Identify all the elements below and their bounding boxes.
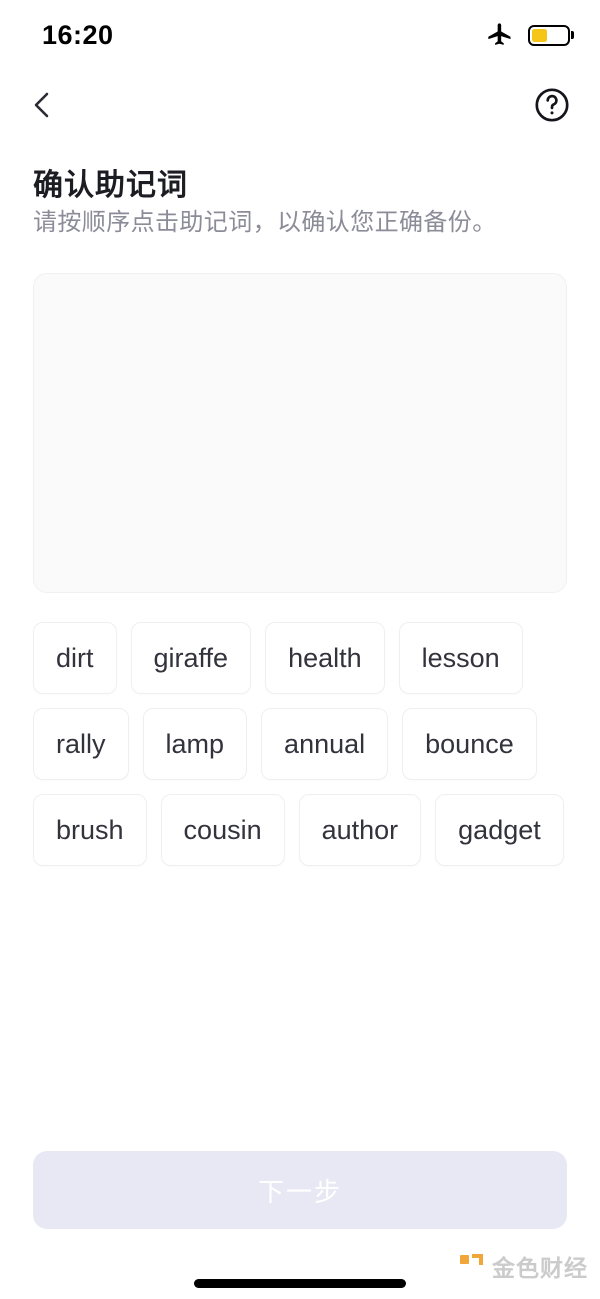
home-indicator xyxy=(194,1279,406,1288)
watermark-text: 金色财经 xyxy=(492,1255,588,1281)
back-button[interactable] xyxy=(18,81,66,129)
battery-icon xyxy=(528,24,570,46)
status-bar-time: 16:20 xyxy=(42,19,114,50)
word-chip[interactable]: annual xyxy=(261,708,389,780)
word-chip[interactable]: brush xyxy=(33,794,147,866)
word-chip[interactable]: author xyxy=(298,794,422,866)
word-chip[interactable]: lesson xyxy=(398,622,523,694)
navigation-bar xyxy=(0,72,600,138)
selected-words-area[interactable] xyxy=(33,273,567,593)
word-chip[interactable]: dirt xyxy=(33,622,117,694)
word-chip[interactable]: cousin xyxy=(160,794,285,866)
word-chip[interactable]: giraffe xyxy=(130,622,252,694)
word-chip[interactable]: rally xyxy=(33,708,129,780)
help-button[interactable] xyxy=(530,83,574,127)
battery-fill xyxy=(532,28,548,42)
app-screen: 16:20 确认助记词 请按顺序点击助记词，以确认您正确备份。 dirt gir… xyxy=(0,0,600,1299)
page-subtitle: 请按顺序点击助记词，以确认您正确备份。 xyxy=(33,209,497,236)
jinse-logo-icon xyxy=(460,1254,483,1265)
word-chip[interactable]: bounce xyxy=(402,708,537,780)
status-bar-indicators xyxy=(486,21,570,49)
page-title: 确认助记词 xyxy=(33,169,188,202)
watermark: 金色财经 xyxy=(459,1249,588,1283)
status-bar: 16:20 xyxy=(0,0,600,70)
chevron-left-icon xyxy=(34,92,49,118)
next-step-button[interactable]: 下一步 xyxy=(33,1151,567,1229)
word-chip[interactable]: lamp xyxy=(142,708,248,780)
word-chip[interactable]: health xyxy=(265,622,385,694)
airplane-mode-icon xyxy=(488,23,511,45)
question-mark-circle-icon xyxy=(535,88,569,122)
word-chip[interactable]: gadget xyxy=(435,794,564,866)
word-pool: dirt giraffe health lesson rally lamp annual bo… xyxy=(33,622,567,866)
